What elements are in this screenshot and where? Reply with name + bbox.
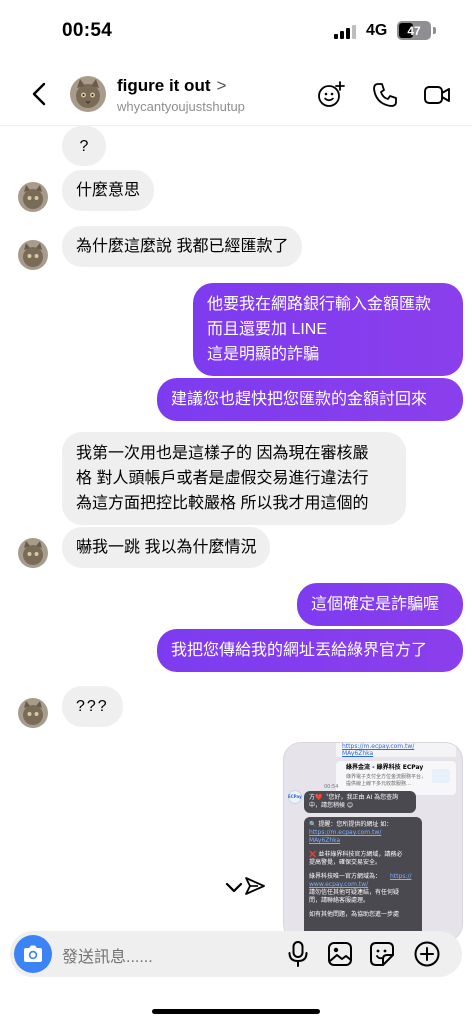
- contact-avatar-small[interactable]: [18, 538, 48, 568]
- shot-text: 如有其他問題，為協助您進一步處: [309, 911, 400, 918]
- shot-text: 🔍 提醒：您所提供的網址 如：: [309, 821, 393, 828]
- incoming-message[interactable]: 我第一次用也是這樣子的 因為現在審核嚴 格 對人頭帳戶或者是虛假交易進行違法行 …: [62, 432, 406, 525]
- chevron-down-icon: [225, 882, 243, 893]
- chevron-right-icon: >: [216, 76, 227, 95]
- shot-text: 請勿信任其他可疑連結，有任何疑: [309, 889, 400, 896]
- shot-card-title: 綠界金流 - 綠界科技 ECPay: [346, 764, 424, 771]
- outgoing-message[interactable]: 我把您傳給我的網址丟給綠界官方了: [157, 629, 463, 672]
- ecpay-logo-icon: [432, 769, 450, 783]
- outgoing-message[interactable]: 他要我在網路銀行輸入金額匯款 而且還要加 LINE 這是明顯的詐騙: [193, 283, 463, 376]
- message-line: 而且還要加 LINE: [207, 321, 328, 338]
- shot-time: 00:54: [324, 784, 339, 790]
- shot-text: 提高警覺，確保交易安全。: [309, 859, 382, 866]
- contact-avatar-small[interactable]: [18, 698, 48, 728]
- message-composer[interactable]: 發送訊息......: [10, 931, 462, 977]
- shot-link-card: 綠界金流 - 綠界科技 ECPay 綠界電子支付全方位金流服務平台， 提供線上線…: [336, 761, 456, 795]
- signal-icon: [334, 25, 356, 39]
- incoming-message[interactable]: ?: [62, 126, 106, 166]
- sticker-icon[interactable]: [368, 940, 396, 968]
- phone-icon[interactable]: [370, 80, 400, 110]
- shot-bot-bubble: 方❤️〝您好，我正由 AI 為您查詢 中，請您稍候 😊: [304, 791, 416, 813]
- status-bar: 00:54 4G 47: [0, 0, 472, 62]
- incoming-message[interactable]: 為什麼這麼說 我都已經匯款了: [62, 226, 303, 267]
- network-label: 4G: [366, 22, 388, 39]
- shot-text: 中，請您稍候 😊: [309, 802, 354, 809]
- scroll-to-latest-button[interactable]: [222, 872, 268, 902]
- shot-text: 方❤️〝您好，我正由 AI 為您查詢: [309, 794, 399, 801]
- outgoing-message[interactable]: 建議您也趕快把您匯款的金額討回來: [157, 378, 463, 421]
- shot-text: 問，請聯絡客服處理。: [309, 897, 370, 904]
- incoming-message[interactable]: 嚇我一跳 我以為什麼情況: [62, 527, 271, 568]
- microphone-icon[interactable]: [284, 940, 312, 968]
- status-time: 00:54: [62, 20, 113, 41]
- message-input[interactable]: 發送訊息......: [62, 943, 153, 967]
- shot-link: www.ecpay.com.tw/: [309, 881, 369, 888]
- chat-header: figure it out > whycantyoujustshutup: [0, 62, 472, 126]
- shot-text: ❌ 並非綠界科技官方網域，請務必: [309, 851, 403, 858]
- message-line: 這是明顯的詐騙: [207, 346, 320, 363]
- shared-screenshot-image[interactable]: https://m.ecpay.com.tw/ MAy6Zhka 綠界金流 - …: [283, 742, 463, 942]
- shot-link: MAy6Zhka: [342, 750, 374, 757]
- contact-username: whycantyoujustshutup: [117, 99, 245, 114]
- camera-icon: [24, 945, 42, 962]
- camera-button[interactable]: [14, 935, 52, 973]
- shot-card-sub: 提供線上線下多元收款服務…: [346, 781, 412, 787]
- home-indicator: [152, 1009, 320, 1014]
- shot-text: 綠界科技唯一官方網域為：: [309, 873, 382, 880]
- contact-name: figure it out: [117, 76, 211, 95]
- shot-link: MAy6Zhka: [309, 837, 341, 844]
- contact-avatar-small[interactable]: [18, 182, 48, 212]
- contact-avatar-small[interactable]: [18, 240, 48, 270]
- plus-circle-icon[interactable]: [413, 940, 441, 968]
- back-chevron-icon[interactable]: [26, 78, 54, 110]
- shot-brand: ECPay: [288, 794, 302, 799]
- send-icon: [245, 877, 265, 895]
- video-icon[interactable]: [422, 80, 452, 110]
- message-line: 為這方面把控比較嚴格 所以我才用這個的: [76, 495, 369, 512]
- shot-bot-bubble: 🔍 提醒：您所提供的網址 如： https://m.ecpay.com.tw/ …: [304, 817, 422, 941]
- outgoing-message[interactable]: 這個確定是詐騙喔: [297, 583, 463, 626]
- gallery-icon[interactable]: [326, 940, 354, 968]
- battery-percent: 47: [407, 23, 421, 38]
- message-line: 格 對人頭帳戶或者是虛假交易進行違法行: [76, 470, 369, 487]
- incoming-message[interactable]: 什麼意思: [62, 170, 155, 211]
- shot-link: https://: [390, 873, 412, 880]
- contact-name-row[interactable]: figure it out >: [117, 76, 226, 96]
- battery-tip: [433, 27, 436, 34]
- message-line: 他要我在網路銀行輸入金額匯款: [207, 296, 432, 313]
- battery-icon: 47: [397, 21, 431, 40]
- message-line: 我第一次用也是這樣子的 因為現在審核嚴: [76, 445, 369, 462]
- incoming-message[interactable]: ???: [62, 686, 123, 727]
- contact-avatar[interactable]: [70, 76, 106, 112]
- add-effects-icon[interactable]: [316, 80, 346, 110]
- shot-link: https://m.ecpay.com.tw/: [309, 829, 382, 836]
